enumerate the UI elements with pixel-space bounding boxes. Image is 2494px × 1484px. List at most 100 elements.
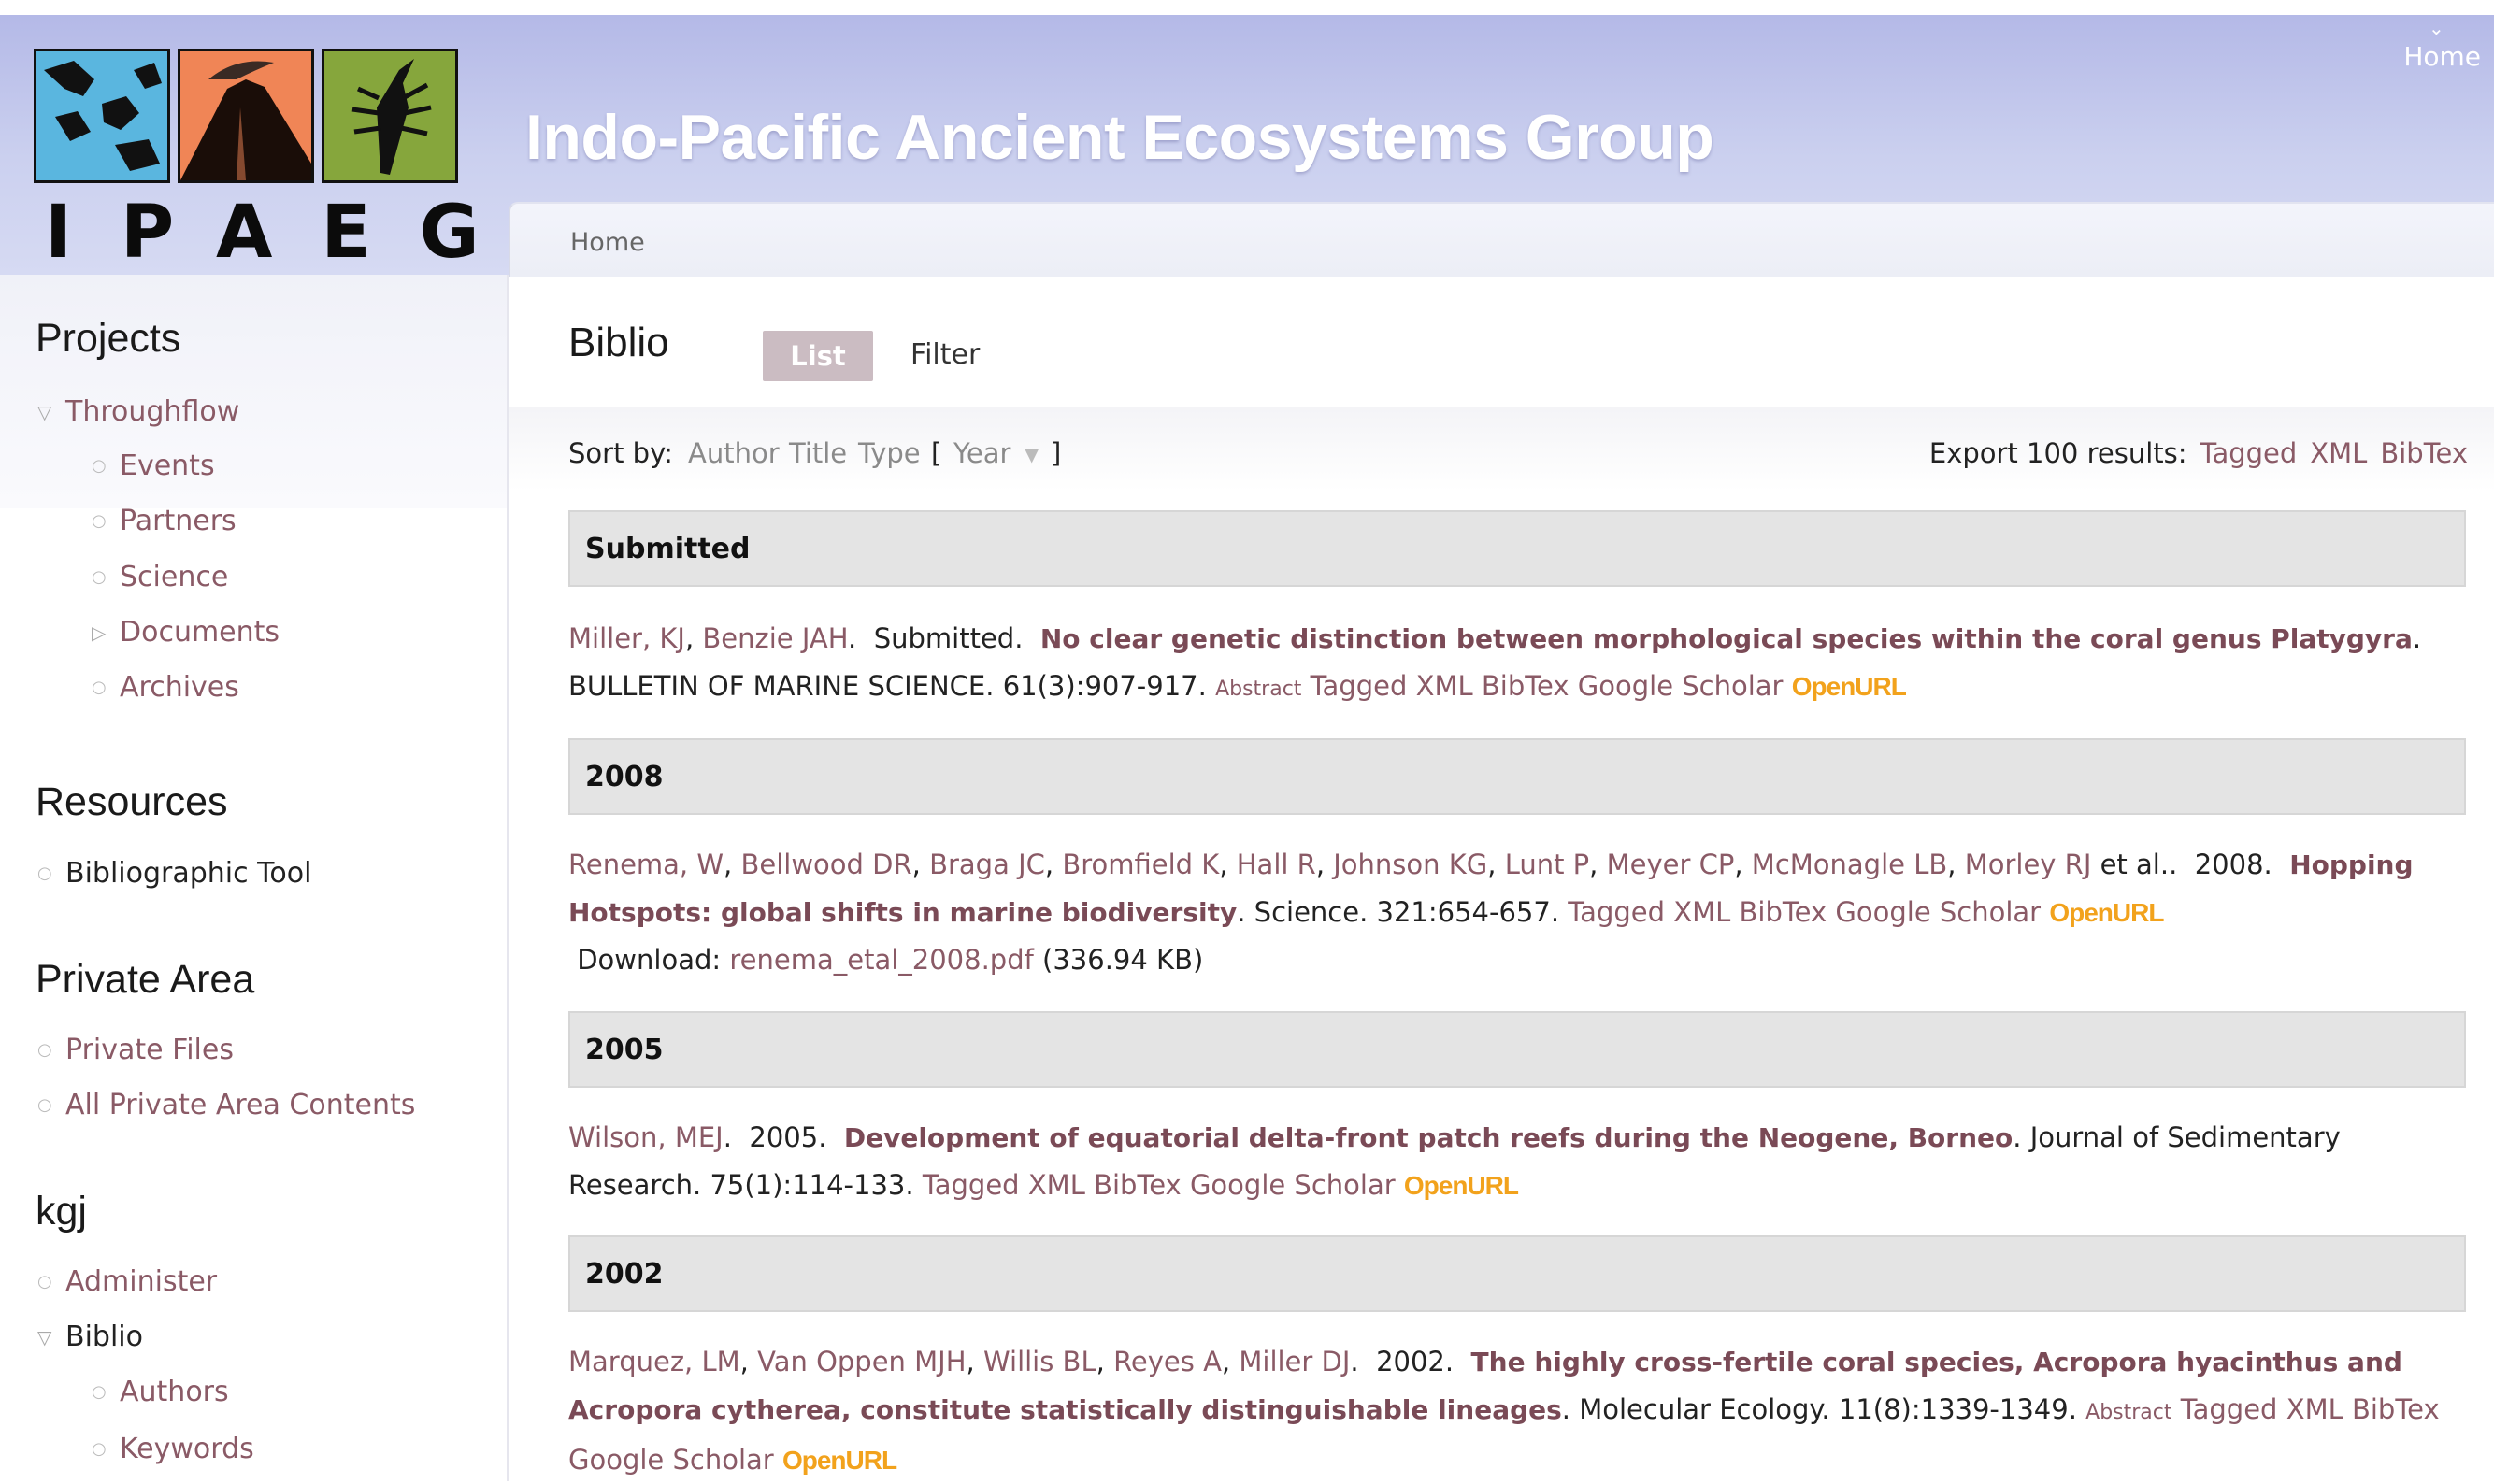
author-link[interactable]: Lunt P xyxy=(1505,849,1589,880)
entry-journal: Molecular Ecology. 11(8):1339-1349. xyxy=(1579,1393,2077,1425)
author-link[interactable]: Renema, W xyxy=(568,849,724,880)
author-link[interactable]: Morley RJ xyxy=(1965,849,2092,880)
projects-block-title: Projects xyxy=(36,316,181,361)
section-header-submitted: Submitted xyxy=(568,510,2466,587)
biblio-entry: Wilson, MEJ. 2005. Development of equato… xyxy=(568,1121,2341,1201)
export-bibtex-link[interactable]: BibTex xyxy=(2380,437,2468,469)
sort-open-bracket: [ xyxy=(931,437,942,469)
main-content: Biblio List Filter Sort by: Author Title… xyxy=(509,277,2494,1481)
author-link[interactable]: Benzie JAH xyxy=(702,622,848,654)
sidebar-item-bibliographic-tool[interactable]: ○ Bibliographic Tool xyxy=(37,856,311,890)
author-link[interactable]: Willis BL xyxy=(983,1346,1096,1377)
entry-year: 2008 xyxy=(2194,849,2264,880)
et-al: et al.. xyxy=(2100,849,2178,880)
sidebar-item-keywords[interactable]: ○ Keywords xyxy=(92,1432,254,1465)
author-link[interactable]: Bellwood DR xyxy=(740,849,911,880)
bullet-icon: ○ xyxy=(37,1272,52,1291)
sidebar-item-documents[interactable]: ▷ Documents xyxy=(92,615,280,649)
sort-close-bracket: ] xyxy=(1051,437,1062,469)
author-link[interactable]: Hall R xyxy=(1237,849,1316,880)
sort-descending-icon: ▼ xyxy=(1025,443,1039,465)
entry-title-link[interactable]: Development of equatorial delta-front pa… xyxy=(844,1122,2013,1153)
export-label: Export 100 results: xyxy=(1928,437,2187,469)
author-link[interactable]: Braga JC xyxy=(929,849,1045,880)
sidebar-item-all-private-area-contents[interactable]: ○ All Private Area Contents xyxy=(37,1088,415,1121)
bibtex-link[interactable]: BibTex xyxy=(1094,1169,1182,1201)
author-link[interactable]: McMonagle LB xyxy=(1752,849,1947,880)
google-scholar-link[interactable]: Google Scholar xyxy=(1190,1169,1396,1201)
xml-link[interactable]: XML xyxy=(2286,1393,2344,1425)
entry-year: 2002 xyxy=(1376,1346,1445,1377)
entry-title-link[interactable]: No clear genetic distinction between mor… xyxy=(1040,623,2413,654)
sidebar-shade xyxy=(0,275,507,508)
sort-year-link[interactable]: Year xyxy=(953,437,1010,469)
sidebar-item-partners[interactable]: ○ Partners xyxy=(92,504,236,537)
tagged-link[interactable]: Tagged xyxy=(1568,896,1665,928)
section-header-2005: 2005 xyxy=(568,1011,2466,1088)
entry-year: 2005 xyxy=(749,1121,819,1153)
openurl-link[interactable]: OpenURL xyxy=(2049,898,2164,927)
bibtex-link[interactable]: BibTex xyxy=(1740,896,1828,928)
author-link[interactable]: Miller DJ xyxy=(1239,1346,1350,1377)
google-scholar-link[interactable]: Google Scholar xyxy=(1578,670,1784,702)
sidebar-item-authors[interactable]: ○ Authors xyxy=(92,1375,229,1408)
openurl-link[interactable]: OpenURL xyxy=(1404,1171,1519,1200)
author-link[interactable]: Miller, KJ xyxy=(568,622,685,654)
sort-author-link[interactable]: Author xyxy=(688,437,780,469)
author-link[interactable]: Marquez, LM xyxy=(568,1346,740,1377)
author-link[interactable]: Reyes A xyxy=(1113,1346,1222,1377)
user-block-title: kgj xyxy=(36,1189,87,1234)
sidebar-item-administer[interactable]: ○ Administer xyxy=(37,1264,217,1298)
sidebar-item-science[interactable]: ○ Science xyxy=(92,560,228,593)
sort-bar: Sort by: Author Title Type [ Year ▼ ] Ex… xyxy=(509,407,2494,492)
shell-logo-tile xyxy=(322,49,458,183)
author-link[interactable]: Wilson, MEJ xyxy=(568,1121,724,1153)
abstract-link[interactable]: Abstract xyxy=(2086,1401,2172,1424)
tagged-link[interactable]: Tagged xyxy=(923,1169,1020,1201)
author-link[interactable]: Meyer CP xyxy=(1607,849,1735,880)
tagged-link[interactable]: Tagged xyxy=(2181,1393,2278,1425)
author-link[interactable]: Bromfield K xyxy=(1062,849,1219,880)
sort-type-link[interactable]: Type xyxy=(858,437,921,469)
export-xml-link[interactable]: XML xyxy=(2310,437,2367,469)
biblio-entry: Marquez, LM, Van Oppen MJH, Willis BL, R… xyxy=(568,1346,2440,1476)
biblio-entry: Renema, W, Bellwood DR, Braga JC, Bromfi… xyxy=(568,849,2414,976)
sidebar: Projects ▽ Throughflow ○ Events ○ Partners … xyxy=(0,275,509,1481)
openurl-link[interactable]: OpenURL xyxy=(782,1446,897,1475)
xml-link[interactable]: XML xyxy=(1028,1169,1085,1201)
abstract-link[interactable]: Abstract xyxy=(1215,678,1301,701)
sidebar-item-private-files[interactable]: ○ Private Files xyxy=(37,1033,234,1066)
site-title[interactable]: Indo-Pacific Ancient Ecosystems Group xyxy=(525,101,1714,174)
sort-title-link[interactable]: Title xyxy=(789,437,847,469)
xml-link[interactable]: XML xyxy=(1416,670,1473,702)
breadcrumb[interactable]: Home xyxy=(570,228,645,257)
export-bar: Export 100 results: Tagged XML BibTex xyxy=(1929,437,2468,469)
sidebar-item-events[interactable]: ○ Events xyxy=(92,449,215,482)
collapsed-triangle-icon: ▷ xyxy=(92,621,107,644)
download-file-link[interactable]: renema_etal_2008.pdf xyxy=(729,944,1033,976)
tab-filter[interactable]: Filter xyxy=(910,338,980,371)
bullet-icon: ○ xyxy=(92,567,107,587)
author-link[interactable]: Van Oppen MJH xyxy=(757,1346,966,1377)
export-tagged-link[interactable]: Tagged xyxy=(2200,437,2298,469)
google-scholar-link[interactable]: Google Scholar xyxy=(1835,896,2041,928)
download-size: (336.94 KB) xyxy=(1042,944,1204,976)
xml-link[interactable]: XML xyxy=(1673,896,1730,928)
openurl-link[interactable]: OpenURL xyxy=(1792,672,1907,701)
sidebar-item-biblio[interactable]: ▽ Biblio xyxy=(37,1320,143,1353)
bullet-icon: ○ xyxy=(92,1382,107,1402)
ipaeg-logo[interactable]: IPAEG xyxy=(34,34,480,275)
tagged-link[interactable]: Tagged xyxy=(1311,670,1408,702)
private-area-block-title: Private Area xyxy=(36,957,255,1002)
bullet-icon: ○ xyxy=(37,1095,52,1115)
tab-list[interactable]: List xyxy=(763,331,873,381)
download-label: Download: xyxy=(577,944,722,976)
bibtex-link[interactable]: BibTex xyxy=(1482,670,1570,702)
top-home-link[interactable]: Home xyxy=(2403,41,2481,72)
sidebar-item-throughflow[interactable]: ▽ Throughflow xyxy=(37,394,239,428)
google-scholar-link[interactable]: Google Scholar xyxy=(568,1444,774,1476)
sidebar-item-archives[interactable]: ○ Archives xyxy=(92,670,239,704)
bibtex-link[interactable]: BibTex xyxy=(2352,1393,2440,1425)
author-link[interactable]: Johnson KG xyxy=(1333,849,1487,880)
expanded-triangle-icon: ▽ xyxy=(37,1325,52,1348)
